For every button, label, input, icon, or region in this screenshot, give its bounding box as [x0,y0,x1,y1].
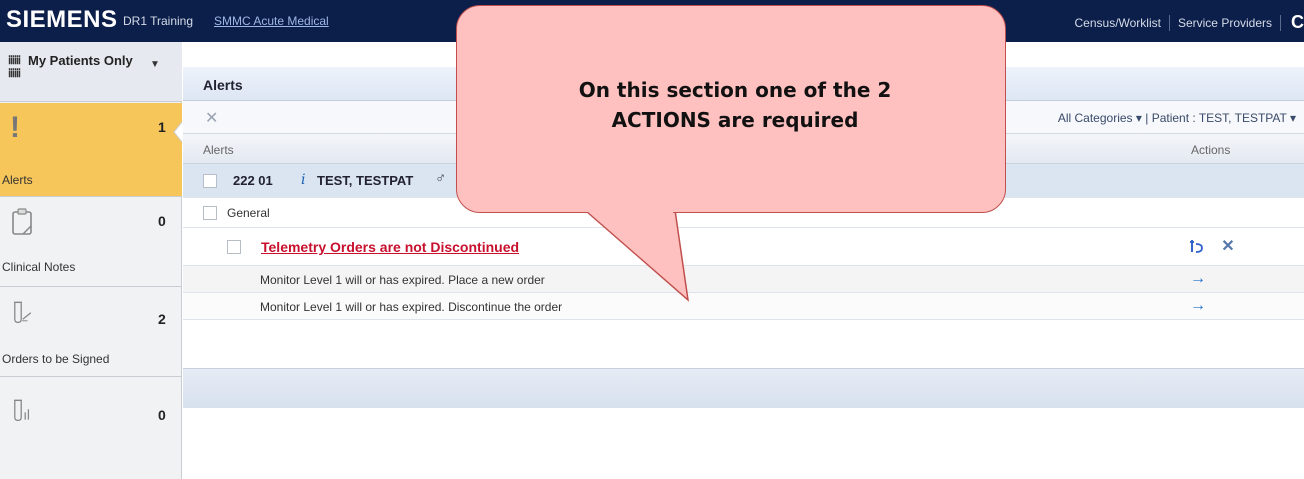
patient-checkbox[interactable] [203,174,217,188]
patient-filter-label: My Patients Only [28,53,133,68]
alert-row[interactable]: Telemetry Orders are not Discontinued ✕ [183,228,1304,266]
action-row[interactable]: Monitor Level 1 will or has expired. Dis… [183,293,1304,320]
results-count: 0 [158,407,166,423]
info-icon[interactable]: i [301,172,305,188]
brand-logo: SIEMENS [6,6,118,33]
arrow-right-icon[interactable]: → [1186,296,1210,316]
chevron-down-icon: ▼ [150,59,160,70]
test-tube-sign-icon [14,301,32,324]
grid-icon: ⅲⅲ ⅲⅲ [8,55,21,80]
panel-footer [183,368,1304,408]
overflow-link[interactable]: C [1291,12,1304,33]
sidebar-item-label: Alerts [2,173,33,187]
alert-checkbox[interactable] [227,240,241,254]
exclamation-icon: ! [10,111,20,144]
categories-filter[interactable]: All Categories ▾ [1058,111,1142,125]
sidebar-item-label: Orders to be Signed [2,352,110,366]
category-label: General [227,206,270,220]
top-links: Census/Worklist Service Providers C [1075,12,1304,33]
environment-label: DR1 Training [123,14,194,28]
bed-number: 222 01 [233,173,273,188]
action-row[interactable]: Monitor Level 1 will or has expired. Pla… [183,266,1304,293]
action-text: Monitor Level 1 will or has expired. Pla… [260,273,545,287]
callout-line-2: ACTIONS are required [611,108,859,132]
page-title: Alerts [203,77,243,93]
clipboard-icon [12,208,32,235]
patient-filter-dropdown[interactable]: ⅲⅲ ⅲⅲ My Patients Only ▼ [0,42,182,102]
arrow-right-icon[interactable]: → [1186,269,1210,289]
sidebar-item-orders-to-be-signed[interactable]: 2 Orders to be Signed [0,287,182,377]
location-link[interactable]: SMMC Acute Medical [214,14,329,28]
sidebar: ⅲⅲ ⅲⅲ My Patients Only ▼ ! 1 Alerts 0 Cli… [0,42,182,479]
callout-line-1: On this section one of the 2 [578,78,892,102]
test-tube-icon [14,399,30,422]
column-header-alerts[interactable]: Alerts [203,143,234,157]
clinical-notes-count: 0 [158,213,166,229]
callout-text: On this section one of the 2 ACTIONS are… [500,75,970,135]
sidebar-item-label: Clinical Notes [2,260,76,274]
alerts-count: 1 [158,119,166,135]
patient-name[interactable]: TEST, TESTPAT [317,173,413,188]
male-icon: ♂ [435,170,447,187]
dismiss-alert-icon[interactable]: ✕ [1217,236,1239,258]
category-checkbox[interactable] [203,206,217,220]
divider [1168,14,1170,31]
close-icon[interactable]: ✕ [205,108,218,128]
alert-title[interactable]: Telemetry Orders are not Discontinued [261,239,519,255]
column-header-actions[interactable]: Actions [1191,143,1230,157]
sidebar-item-clinical-notes[interactable]: 0 Clinical Notes [0,197,182,287]
active-indicator [173,122,182,142]
orders-count: 2 [158,311,166,327]
filter-bar: All Categories ▾ | Patient : TEST, TESTP… [1058,111,1296,125]
census-worklist-link[interactable]: Census/Worklist [1075,16,1161,30]
sidebar-item-alerts[interactable]: ! 1 Alerts [0,103,182,197]
add-order-icon[interactable] [1186,236,1208,258]
action-text: Monitor Level 1 will or has expired. Dis… [260,300,563,314]
service-providers-link[interactable]: Service Providers [1178,16,1272,30]
divider [1280,14,1281,31]
patient-filter[interactable]: Patient : TEST, TESTPAT ▾ [1152,111,1296,125]
sidebar-item-results[interactable]: 0 [0,377,182,479]
